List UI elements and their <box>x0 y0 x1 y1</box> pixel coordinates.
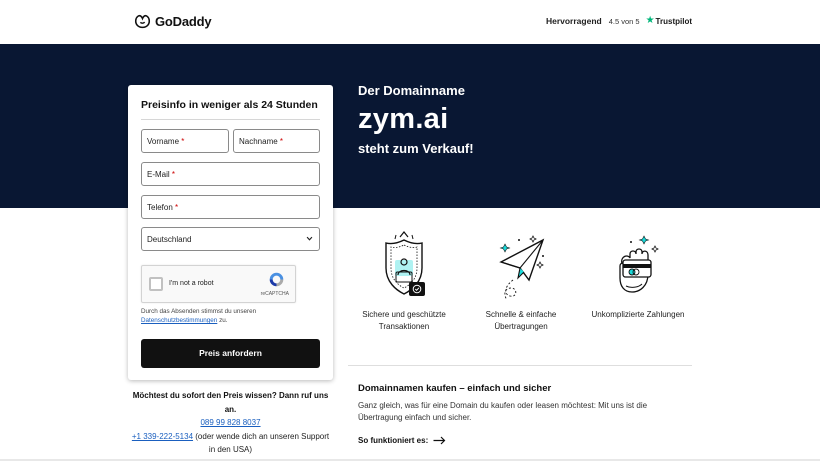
required-mark: * <box>279 137 284 146</box>
us-support-note: (oder wende dich an unseren Support in d… <box>195 431 330 455</box>
trust-rating[interactable]: Hervorragend 4.5 von 5 ★ Trustpilot <box>545 16 692 27</box>
paper-plane-icon <box>499 235 545 301</box>
arrow-right-icon <box>433 436 446 445</box>
last-name-label: Nachname <box>239 137 278 146</box>
trustpilot-badge: ★ Trustpilot <box>646 16 692 26</box>
recaptcha-brand: reCAPTCHA <box>260 291 289 297</box>
recaptcha-widget: I'm not a robot reCAPTCHA <box>141 265 296 303</box>
phone-link-us[interactable]: +1 339-222-5134 <box>132 432 193 441</box>
feature-fast-label: Schnelle & einfache Übertragungen <box>485 310 557 331</box>
privacy-consent: Durch das Absenden stimmst du unseren Da… <box>141 307 321 325</box>
rating-word: Hervorragend <box>545 16 602 26</box>
top-bar: GoDaddy Hervorragend 4.5 von 5 ★ Trustpi… <box>0 0 820 44</box>
feature-fast: Schnelle & einfache Übertragungen <box>469 230 573 333</box>
feature-payments-label: Unkomplizierte Zahlungen <box>591 310 685 319</box>
how-it-works-link[interactable]: So funktioniert es: <box>358 436 446 445</box>
consent-suffix: zu. <box>219 317 228 324</box>
shield-lock-icon <box>385 231 425 296</box>
info-text: Ganz gleich, was für eine Domain du kauf… <box>358 401 648 422</box>
chevron-down-icon <box>306 236 313 241</box>
rating-score: 4.5 von 5 <box>608 16 640 26</box>
section-divider <box>348 365 692 366</box>
recaptcha-checkbox[interactable] <box>149 277 163 291</box>
domain-name: zym.ai <box>358 103 449 135</box>
email-label: E-Mail <box>147 170 170 179</box>
recaptcha-logo-icon <box>269 272 284 287</box>
hand-card-icon <box>619 235 659 293</box>
consent-text: Durch das Absenden stimmst du unseren <box>141 308 257 315</box>
price-request-form: Preisinfo in weniger als 24 Stunden Vorn… <box>128 85 333 380</box>
trustpilot-name: Trustpilot <box>655 16 692 26</box>
phone-label: Telefon <box>147 203 173 212</box>
feature-secure: Sichere und geschützte Transaktionen <box>352 230 456 333</box>
info-title: Domainnamen kaufen – einfach und sicher <box>358 383 552 394</box>
required-mark: * <box>181 137 185 146</box>
form-divider <box>141 119 320 120</box>
country-value: Deutschland <box>147 235 192 244</box>
phone-contact: Möchtest du sofort den Preis wissen? Dan… <box>128 389 333 457</box>
godaddy-logo-icon <box>134 14 151 29</box>
last-name-field[interactable]: Nachname * <box>233 129 320 153</box>
godaddy-logo[interactable]: GoDaddy <box>134 13 212 29</box>
phone-link-de[interactable]: 089 99 828 8037 <box>200 418 260 427</box>
hero-subtitle: steht zum Verkauf! <box>358 141 474 156</box>
contact-question: Möchtest du sofort den Preis wissen? Dan… <box>132 391 329 414</box>
feature-payments: Unkomplizierte Zahlungen <box>586 230 690 321</box>
email-field[interactable]: E-Mail * <box>141 162 320 186</box>
recaptcha-text: I'm not a robot <box>169 280 214 287</box>
phone-field[interactable]: Telefon * <box>141 195 320 219</box>
feature-secure-label: Sichere und geschützte Transaktionen <box>362 310 446 331</box>
trustpilot-star-icon: ★ <box>645 15 655 26</box>
required-mark: * <box>175 203 179 212</box>
first-name-label: Vorname <box>147 137 180 146</box>
required-mark: * <box>171 170 176 179</box>
page: GoDaddy Hervorragend 4.5 von 5 ★ Trustpi… <box>0 0 820 461</box>
request-price-button[interactable]: Preis anfordern <box>141 339 320 368</box>
brand-name: GoDaddy <box>155 13 212 29</box>
privacy-policy-link[interactable]: Datenschutzbestimmungen <box>141 317 217 324</box>
form-title: Preisinfo in weniger als 24 Stunden <box>141 99 318 111</box>
first-name-field[interactable]: Vorname * <box>141 129 229 153</box>
hero-pretitle: Der Domainname <box>358 83 465 98</box>
how-it-works-label: So funktioniert es: <box>358 436 429 445</box>
country-select[interactable]: Deutschland <box>141 227 320 251</box>
